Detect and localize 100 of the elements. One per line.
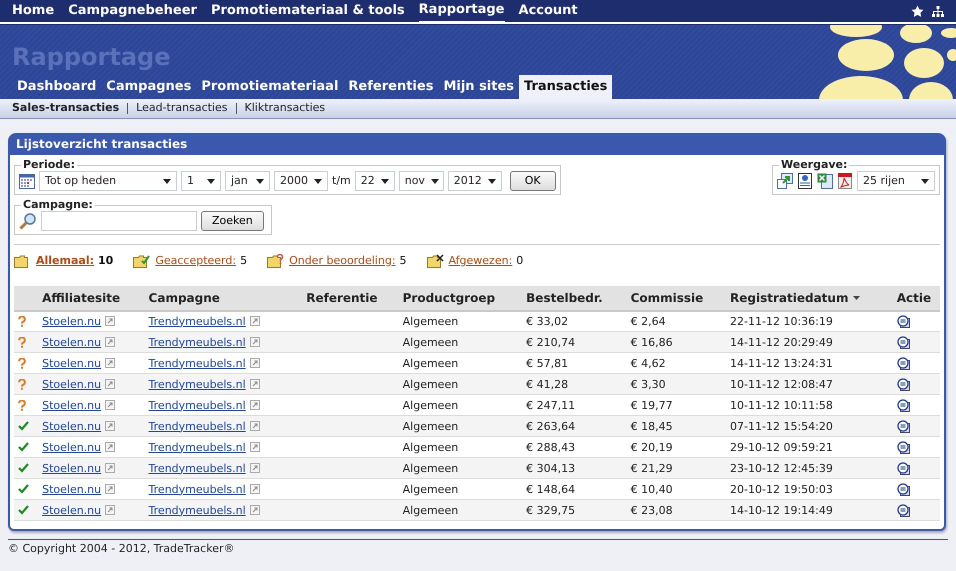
external-link-icon[interactable] <box>105 400 116 410</box>
nav-link-item[interactable]: Promotiemateriaal & tools <box>210 0 405 22</box>
external-link-icon[interactable] <box>105 442 116 452</box>
details-icon[interactable] <box>896 482 910 496</box>
external-link-icon[interactable] <box>105 420 116 430</box>
tab[interactable]: Campagnes <box>101 74 196 99</box>
nav-link-item[interactable]: Account <box>518 0 578 22</box>
details-icon[interactable] <box>896 378 910 390</box>
count: 0 <box>516 253 524 269</box>
table-cell: € 288,43 <box>526 440 576 454</box>
details-icon[interactable] <box>896 336 910 348</box>
table-cell: 07-11-12 15:54:20 <box>730 420 833 432</box>
external-link-icon[interactable] <box>250 504 260 514</box>
external-link-icon[interactable] <box>250 316 260 326</box>
external-link-icon[interactable] <box>250 462 260 472</box>
panel-header: Lijstoverzicht transacties <box>10 133 944 155</box>
external-link-icon[interactable] <box>250 358 260 368</box>
popup-window-icon[interactable] <box>777 173 793 189</box>
pdf-icon[interactable] <box>837 173 853 189</box>
column-header: Actie <box>896 290 932 304</box>
table-cell: Algemeen <box>402 440 458 454</box>
select-field[interactable]: 1 <box>181 171 221 191</box>
select-field[interactable]: nov <box>398 171 444 191</box>
table-cell: 23-10-12 12:45:39 <box>730 462 833 474</box>
external-link-icon[interactable] <box>105 462 116 472</box>
details-icon[interactable] <box>896 504 910 516</box>
select-field[interactable]: 2000 <box>274 171 328 191</box>
tab[interactable]: Mijn sites <box>438 74 520 99</box>
select-field[interactable]: 22 <box>354 171 395 191</box>
search-field[interactable] <box>41 211 197 231</box>
filter-link[interactable]: Afgewezen: <box>448 253 512 270</box>
details-icon[interactable] <box>896 420 910 432</box>
star-icon[interactable] <box>911 4 924 18</box>
table-cell: € 21,29 <box>630 462 673 474</box>
table-cell: € 2,64 <box>630 314 666 328</box>
table-cell: Algemeen <box>402 336 458 348</box>
site-link[interactable]: Stoelen.nu <box>42 356 102 370</box>
search-icon <box>19 212 37 230</box>
filter-link[interactable]: Allemaal: <box>36 253 94 270</box>
tab[interactable]: Referenties <box>343 74 438 99</box>
site-link[interactable]: Stoelen.nu <box>42 314 102 328</box>
column-header: Productgroep <box>402 290 496 304</box>
details-icon[interactable] <box>896 314 910 328</box>
filter-link[interactable]: Geaccepteerd: <box>155 253 236 270</box>
nav-link-item[interactable]: Campagnebeheer <box>68 0 197 22</box>
question-mark-icon <box>18 378 26 390</box>
table-cell: € 329,75 <box>526 504 576 516</box>
external-link-icon[interactable] <box>250 420 260 430</box>
external-link-icon[interactable] <box>105 378 116 388</box>
subnav-link[interactable]: Kliktransacties <box>244 100 326 117</box>
table-cell: 10-11-12 12:08:47 <box>730 378 833 390</box>
ok-button[interactable]: OK <box>510 171 556 191</box>
select-field[interactable]: 25 rijen <box>857 171 935 191</box>
sort-icon[interactable] <box>852 296 860 301</box>
details-icon[interactable] <box>896 440 910 454</box>
campaign-link[interactable]: Trendymeubels.nl <box>148 356 246 370</box>
external-link-icon[interactable] <box>105 504 116 514</box>
external-link-icon[interactable] <box>250 484 260 494</box>
external-link-icon[interactable] <box>105 316 116 326</box>
table-cell: € 41,28 <box>526 378 568 390</box>
details-icon[interactable] <box>896 398 910 412</box>
web-page-icon[interactable] <box>797 173 813 189</box>
question-mark-icon <box>18 316 26 327</box>
folder-check-icon <box>133 254 152 268</box>
tab[interactable]: Transacties <box>519 74 612 99</box>
count: 5 <box>240 253 248 269</box>
table-cell: € 210,74 <box>526 336 576 348</box>
column-header: Commissie <box>630 290 704 304</box>
external-link-icon[interactable] <box>105 336 116 346</box>
select-field[interactable]: Tot op heden <box>39 171 177 191</box>
spreadsheet-icon[interactable] <box>817 173 833 189</box>
external-link-icon[interactable] <box>250 442 260 452</box>
subnav-link[interactable]: Sales-transacties <box>12 100 120 117</box>
filter-link[interactable]: Onder beoordeling: <box>289 253 396 270</box>
external-link-icon[interactable] <box>250 378 260 388</box>
campaign-link[interactable]: Trendymeubels.nl <box>148 440 246 454</box>
external-link-icon[interactable] <box>250 336 260 346</box>
external-link-icon[interactable] <box>250 400 260 410</box>
external-link-icon[interactable] <box>105 358 116 368</box>
details-icon[interactable] <box>896 462 910 474</box>
select-field[interactable]: 2012 <box>448 171 502 191</box>
check-icon <box>18 484 29 494</box>
details-icon[interactable] <box>896 356 910 370</box>
campaign-link[interactable]: Trendymeubels.nl <box>148 398 246 412</box>
question-mark-icon <box>18 358 26 369</box>
calendar-icon[interactable] <box>19 173 35 189</box>
external-link-icon[interactable] <box>105 484 116 494</box>
sitemap-icon[interactable] <box>932 6 944 16</box>
tab[interactable]: Dashboard <box>12 74 102 99</box>
campaign-link[interactable]: Trendymeubels.nl <box>148 314 246 328</box>
nav-link-item[interactable]: Home <box>12 0 54 22</box>
site-link[interactable]: Stoelen.nu <box>42 482 102 496</box>
column-header: Campagne <box>148 290 220 304</box>
search-button[interactable]: Zoeken <box>201 211 264 231</box>
site-link[interactable]: Stoelen.nu <box>42 398 102 412</box>
tab[interactable]: Promotiemateriaal <box>196 74 344 99</box>
campaign-link[interactable]: Trendymeubels.nl <box>148 482 246 496</box>
subnav-link[interactable]: Lead-transacties <box>136 100 228 117</box>
site-link[interactable]: Stoelen.nu <box>42 440 102 454</box>
select-field[interactable]: jan <box>225 171 270 191</box>
